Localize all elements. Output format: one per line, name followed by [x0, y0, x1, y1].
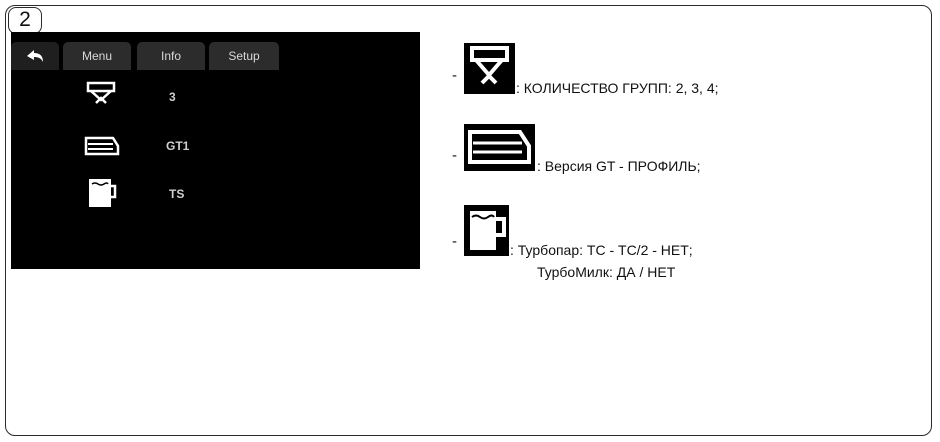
tab-menu[interactable]: Menu: [63, 42, 131, 70]
milk-jug-icon: [470, 211, 506, 250]
boiler-icon: [84, 136, 120, 156]
legend-text-3b: ТурбоМилк: ДА / НЕТ: [537, 264, 676, 280]
group-head-icon: [470, 46, 509, 85]
group-count-value: 3: [169, 90, 176, 104]
group-head-icon: [86, 81, 116, 104]
device-screen: Menu Info Setup 3 GT1 TS: [11, 32, 420, 269]
legend-icon-box-2: [464, 124, 535, 171]
tab-info[interactable]: Info: [137, 42, 205, 70]
legend-text-2: : Версия GT - ПРОФИЛЬ;: [537, 158, 701, 174]
step-number-badge: 2: [8, 7, 42, 34]
boiler-icon: [468, 130, 531, 164]
legend-icon-box-1: [464, 43, 515, 94]
turbo-value: TS: [169, 187, 185, 201]
back-button[interactable]: [11, 42, 59, 70]
version-value: GT1: [166, 139, 190, 153]
legend-dash-1: -: [452, 67, 457, 84]
legend-text-1: : КОЛИЧЕСТВО ГРУПП: 2, 3, 4;: [516, 80, 719, 96]
legend-dash-3: -: [452, 233, 457, 250]
back-arrow-icon: [27, 50, 43, 62]
legend-dash-2: -: [452, 147, 457, 164]
legend-icon-box-3: [464, 205, 509, 256]
tab-bar: Menu Info Setup: [11, 42, 420, 70]
tab-setup[interactable]: Setup: [209, 42, 279, 70]
legend-text-3: : Турбопар: ТС - ТС/2 - НЕТ;: [510, 242, 693, 258]
milk-jug-icon: [89, 179, 117, 207]
